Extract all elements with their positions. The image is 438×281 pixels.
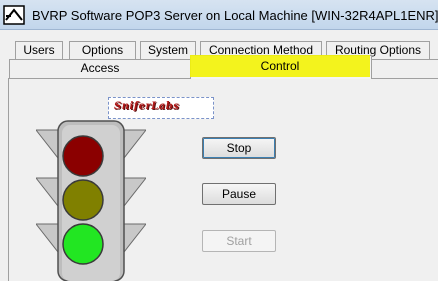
logo: SniferLabs bbox=[108, 97, 214, 119]
tab-access[interactable]: Access bbox=[9, 59, 191, 78]
green-light bbox=[62, 223, 104, 265]
tab-label: Options bbox=[81, 43, 124, 57]
window-title: BVRP Software POP3 Server on Local Machi… bbox=[32, 8, 438, 23]
tab-system[interactable]: System bbox=[140, 41, 196, 59]
tab-control-label: Control bbox=[260, 59, 300, 73]
title-bar[interactable]: BVRP Software POP3 Server on Local Machi… bbox=[0, 0, 438, 30]
tab-label: System bbox=[147, 43, 188, 57]
tab-filler bbox=[371, 59, 438, 78]
tab-label: Users bbox=[23, 43, 55, 57]
logo-text: SniferLabs bbox=[114, 101, 180, 112]
tab-label: Access bbox=[80, 61, 120, 75]
traffic-light bbox=[36, 120, 146, 281]
tab-users[interactable]: Users bbox=[15, 41, 63, 59]
mail-server-icon bbox=[3, 5, 25, 25]
tab-options[interactable]: Options bbox=[69, 41, 136, 59]
stop-button[interactable]: Stop bbox=[202, 137, 276, 159]
yellow-light bbox=[62, 179, 104, 221]
red-light bbox=[62, 135, 104, 177]
start-button[interactable]: Start bbox=[202, 230, 276, 252]
pause-button[interactable]: Pause bbox=[202, 183, 276, 205]
